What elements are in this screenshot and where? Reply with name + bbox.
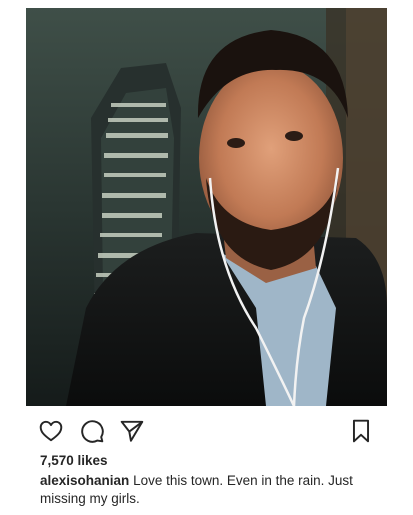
instagram-post: 7,570 likes alexisohanian Love this town…	[0, 0, 413, 515]
comment-icon[interactable]	[79, 418, 105, 444]
selfie-photo-illustration	[26, 8, 387, 406]
heart-icon[interactable]	[38, 418, 64, 444]
caption-username[interactable]: alexisohanian	[40, 473, 129, 488]
bookmark-icon[interactable]	[348, 418, 374, 444]
post-action-bar	[26, 414, 387, 448]
likes-count[interactable]: 7,570 likes	[40, 453, 108, 468]
send-icon[interactable]	[119, 418, 145, 444]
post-caption: alexisohanian Love this town. Even in th…	[40, 472, 380, 508]
post-photo[interactable]	[26, 8, 387, 406]
